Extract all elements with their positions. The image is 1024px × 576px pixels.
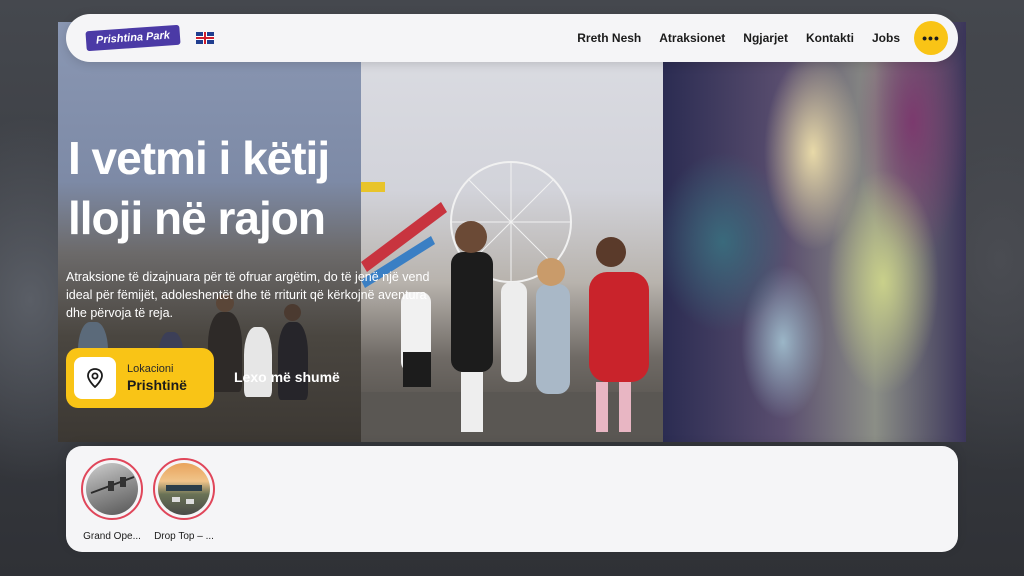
nav-link-jobs[interactable]: Jobs <box>872 31 900 45</box>
story-thumbnail <box>158 463 210 515</box>
nav-link-ngjarjet[interactable]: Ngjarjet <box>743 31 788 45</box>
more-menu-button[interactable]: ••• <box>914 21 948 55</box>
read-more-link[interactable]: Lexo më shumë <box>234 369 340 385</box>
crowd-figure <box>278 322 308 400</box>
hero-photo-right-blurred <box>663 22 966 442</box>
hero-title-line2: lloji në rajon <box>68 192 326 244</box>
top-navbar: Prishtina Park Rreth Nesh Atraksionet Ng… <box>66 14 958 62</box>
crowd-figure <box>244 327 272 397</box>
map-pin-icon <box>74 357 116 399</box>
hero-title: I vetmi i këtij lloji në rajon <box>68 128 378 248</box>
story-label: Drop Top – ... <box>154 531 214 542</box>
story-item-drop-top[interactable]: Drop Top – ... <box>144 458 224 542</box>
prishtina-park-logo[interactable]: Prishtina Park <box>85 24 181 52</box>
nav-link-kontakti[interactable]: Kontakti <box>806 31 854 45</box>
location-button[interactable]: Lokacioni Prishtinë <box>66 348 214 408</box>
stories-bar: Grand Ope... Drop Top – ... <box>66 446 958 552</box>
nav-links: Rreth Nesh Atraksionet Ngjarjet Kontakti… <box>577 31 900 45</box>
story-ring <box>81 458 143 520</box>
hero-photo-middle <box>361 22 663 442</box>
ferris-wheel-scene <box>361 161 663 442</box>
nav-link-atraksionet[interactable]: Atraksionet <box>659 31 725 45</box>
nav-link-rreth-nesh[interactable]: Rreth Nesh <box>577 31 641 45</box>
location-value: Prishtinë <box>127 377 187 393</box>
story-ring <box>153 458 215 520</box>
story-item-grand-opening[interactable]: Grand Ope... <box>72 458 152 542</box>
location-label: Lokacioni <box>127 363 174 375</box>
story-label: Grand Ope... <box>83 531 141 542</box>
hero-description: Atraksione të dizajnuara për të ofruar a… <box>66 270 430 320</box>
location-text: Lokacioni Prishtinë <box>127 363 187 393</box>
story-thumbnail <box>86 463 138 515</box>
hero-title-line1: I vetmi i këtij <box>68 132 330 184</box>
uk-flag-icon[interactable] <box>195 32 214 44</box>
